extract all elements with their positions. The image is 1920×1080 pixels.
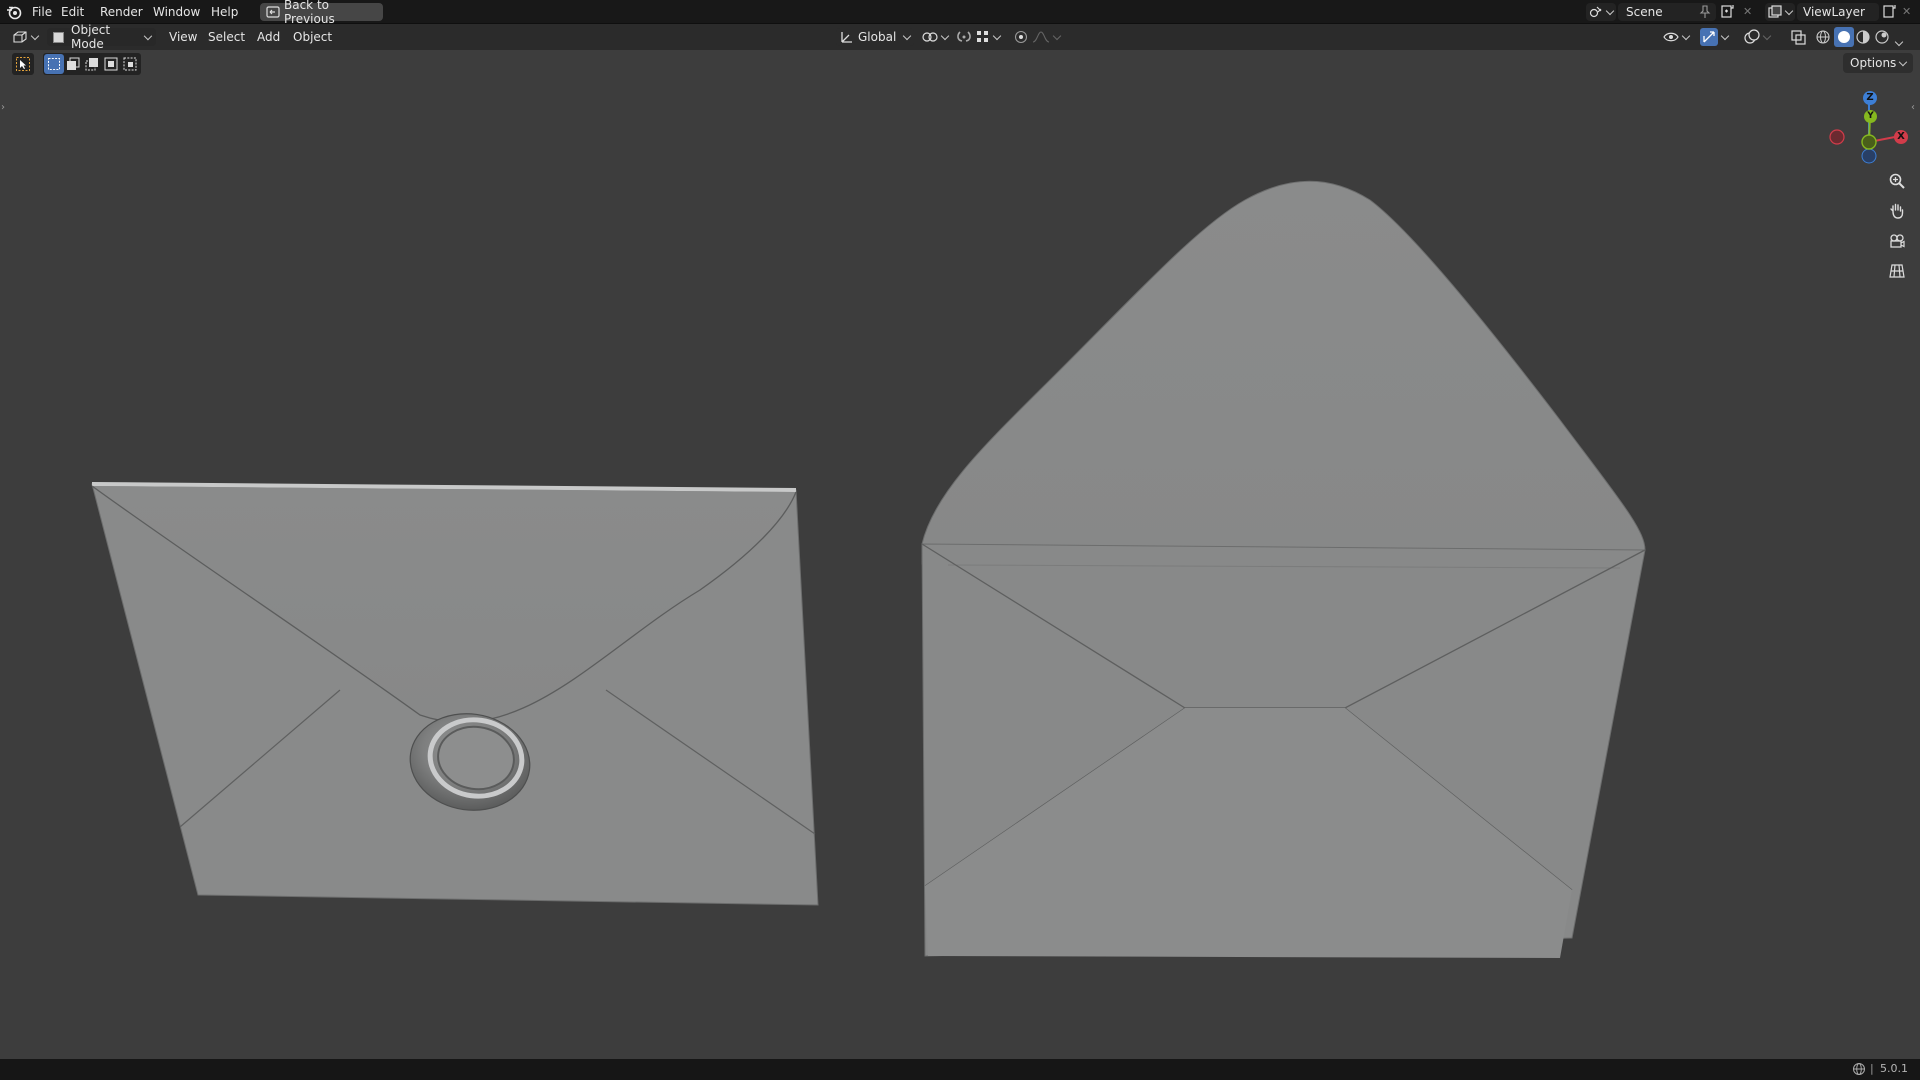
transform-orientation-dropdown[interactable]: Global	[836, 28, 914, 46]
header-menu-select[interactable]: Select	[201, 24, 252, 50]
grid-icon	[1888, 262, 1906, 280]
close-icon[interactable]: ✕	[1902, 5, 1911, 18]
close-icon[interactable]: ✕	[1743, 5, 1752, 18]
camera-icon	[1888, 232, 1906, 250]
gizmo-x-axis[interactable]: X	[1894, 130, 1908, 144]
zoom-icon	[1888, 172, 1906, 190]
view-layer-field[interactable]: ViewLayer	[1797, 3, 1879, 21]
blender-logo-icon[interactable]	[6, 4, 22, 20]
chevron-down-icon	[1605, 6, 1615, 15]
snap-toggle[interactable]	[956, 28, 1002, 46]
version-label: 5.0.1	[1880, 1062, 1908, 1075]
chevron-down-icon	[1681, 31, 1691, 40]
pin-icon[interactable]	[1699, 5, 1711, 19]
viewport-header: Object Mode View Select Add Object Globa…	[0, 23, 1920, 51]
visibility-icon	[1663, 30, 1679, 44]
editor-type-icon	[12, 30, 28, 44]
chevron-down-icon	[1052, 31, 1062, 40]
object-mode-dropdown[interactable]: Object Mode	[47, 23, 156, 51]
status-bar: | 5.0.1	[0, 1059, 1920, 1080]
xray-icon[interactable]	[1791, 30, 1806, 45]
header-menu-view[interactable]: View	[162, 24, 204, 50]
falloff-icon	[1032, 31, 1050, 43]
solid-icon[interactable]	[1834, 27, 1854, 47]
back-label: Back to Previous	[284, 0, 335, 26]
gizmo-z-axis[interactable]: Z	[1863, 91, 1877, 105]
scene-name: Scene	[1626, 5, 1663, 19]
gizmo-icon	[1700, 28, 1718, 46]
top-bar: File Edit Render Window Help Back to Pre…	[0, 0, 1920, 26]
zoom-button[interactable]	[1884, 168, 1910, 194]
gizmo-toggle[interactable]	[1700, 28, 1730, 46]
editor-type-selector[interactable]	[12, 28, 40, 46]
gizmo-y-axis[interactable]: Y	[1864, 110, 1877, 123]
orientation-icon	[840, 30, 854, 44]
menu-window[interactable]: Window	[146, 0, 207, 24]
snap-icon	[956, 29, 972, 45]
menu-edit[interactable]: Edit	[54, 0, 91, 24]
rendered-icon[interactable]	[1874, 29, 1890, 45]
chevron-down-icon	[1762, 31, 1772, 40]
header-menu-object[interactable]: Object	[286, 24, 339, 50]
perspective-toggle-button[interactable]	[1884, 258, 1910, 284]
view-layer-selector[interactable]	[1765, 3, 1795, 21]
chevron-down-icon	[1720, 31, 1730, 40]
back-to-previous-button[interactable]: Back to Previous	[260, 0, 383, 26]
chevron-down-icon	[30, 31, 40, 40]
navigation-gizmo[interactable]: Z Y X	[1820, 86, 1915, 176]
pan-hand-icon	[1888, 202, 1906, 220]
chevron-down-icon	[902, 31, 912, 40]
chevron-down-icon	[992, 31, 1002, 40]
menu-render[interactable]: Render	[93, 0, 150, 24]
3d-viewport[interactable]: Options › ‹ Z Y X	[0, 50, 1920, 1059]
overlay-toggle[interactable]	[1744, 28, 1772, 46]
chevron-down-icon	[1894, 37, 1904, 47]
material-icon[interactable]	[1855, 29, 1871, 45]
pan-button[interactable]	[1884, 198, 1910, 224]
proportional-editing-toggle[interactable]	[1014, 28, 1062, 46]
view-layer-icon	[1768, 5, 1782, 19]
header-menu-add[interactable]: Add	[250, 24, 287, 50]
object-mode-label: Object Mode	[71, 23, 111, 51]
camera-view-button[interactable]	[1884, 228, 1910, 254]
scene-geometry[interactable]	[0, 50, 1920, 1059]
proportional-icon	[1014, 30, 1028, 44]
chevron-down-icon	[940, 31, 950, 40]
open-envelope-flap	[921, 180, 1646, 565]
orientation-label: Global	[858, 30, 897, 44]
pivot-icon	[922, 30, 938, 44]
pivot-point-dropdown[interactable]	[922, 28, 950, 46]
menu-help[interactable]: Help	[204, 0, 245, 24]
open-envelope[interactable]	[921, 180, 1646, 958]
visibility-dropdown[interactable]	[1663, 28, 1691, 46]
closed-envelope[interactable]	[91, 482, 819, 906]
scene-icon	[1589, 5, 1603, 19]
globe-icon[interactable]	[1852, 1062, 1866, 1076]
shading-dropdown[interactable]	[1894, 34, 1904, 48]
status-separator: |	[1870, 1062, 1874, 1075]
view-layer-name: ViewLayer	[1803, 5, 1865, 19]
back-icon	[266, 6, 280, 18]
snap-grid-icon	[976, 30, 990, 44]
new-icon[interactable]	[1720, 4, 1735, 19]
object-mode-icon	[52, 31, 65, 44]
scene-selector[interactable]	[1586, 3, 1616, 21]
new-icon[interactable]	[1882, 4, 1897, 19]
wireframe-icon[interactable]	[1815, 29, 1831, 45]
overlay-icon	[1744, 29, 1760, 45]
chevron-down-icon	[1784, 6, 1794, 15]
chevron-down-icon	[144, 31, 153, 40]
